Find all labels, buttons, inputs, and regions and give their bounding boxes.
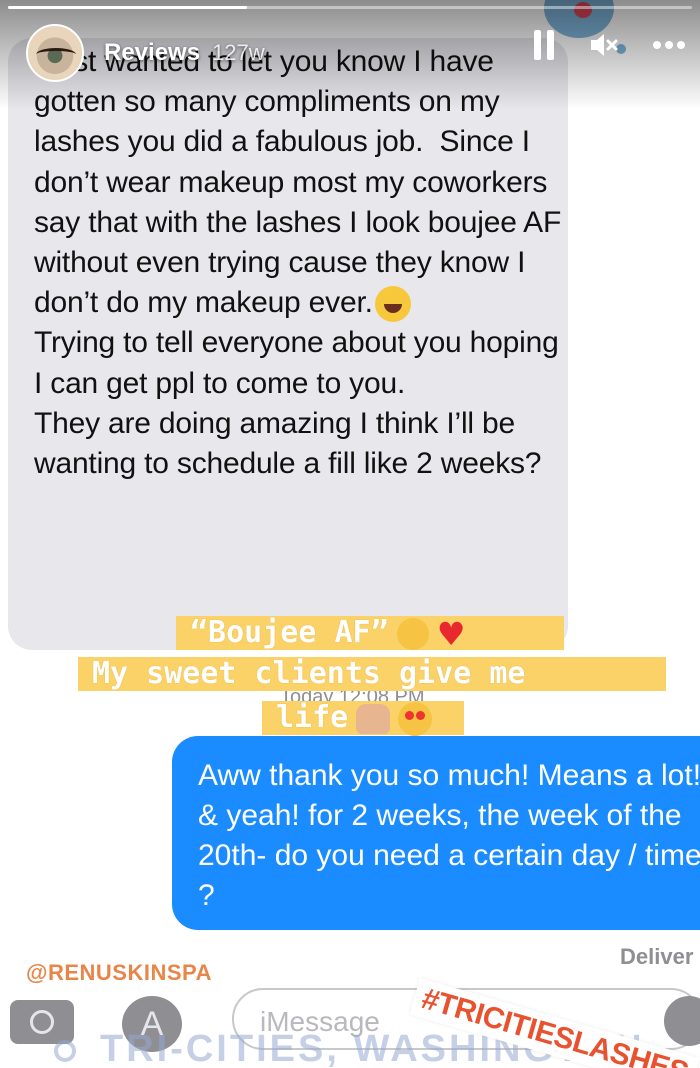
sticker-boujee[interactable]: “Boujee AF” ♥ [176, 616, 564, 650]
red-heart-emoji-icon: ♥ [436, 614, 466, 653]
story-time-ago: 127w [212, 40, 265, 65]
heart-eyes-emoji-icon [398, 701, 433, 736]
sticker-life[interactable]: life [262, 700, 464, 736]
received-text-part-1: I just wanted to let you know I have got… [34, 45, 570, 320]
rofl-emoji-icon [396, 617, 429, 650]
received-message-text: I just wanted to let you know I have got… [34, 42, 564, 484]
location-pin-icon [54, 1039, 76, 1062]
tears-of-joy-emoji-icon [374, 286, 411, 323]
story-header[interactable]: Reviews 127w [26, 22, 265, 84]
speaker-muted-icon[interactable] [588, 30, 618, 60]
sticker-sweet-clients[interactable]: My sweet clients give me [78, 657, 666, 691]
avatar[interactable] [26, 24, 84, 82]
more-icon[interactable] [652, 40, 686, 50]
received-message-bubble: I just wanted to let you know I have got… [8, 38, 568, 650]
sticker-boujee-text: “Boujee AF” [190, 615, 389, 650]
story-username[interactable]: Reviews [104, 39, 200, 67]
sent-message-text: Aww thank you so much! Means a lot! & ye… [198, 759, 700, 912]
pause-icon[interactable] [534, 30, 554, 60]
story-progress-fill [8, 6, 248, 9]
story-progress-bar [8, 6, 692, 9]
story-controls [534, 30, 686, 60]
mention-sticker[interactable]: @RENUSKINSPA [26, 960, 212, 986]
sticker-life-text: life [276, 700, 349, 735]
received-text-part-2: Trying to tell everyone about you hoping… [34, 326, 559, 481]
sent-message-bubble: Aww thank you so much! Means a lot! & ye… [172, 736, 700, 930]
delivered-status: Deliver [620, 944, 694, 969]
story-viewer: I just wanted to let you know I have got… [0, 0, 700, 1068]
raising-hands-emoji-icon [356, 703, 391, 734]
